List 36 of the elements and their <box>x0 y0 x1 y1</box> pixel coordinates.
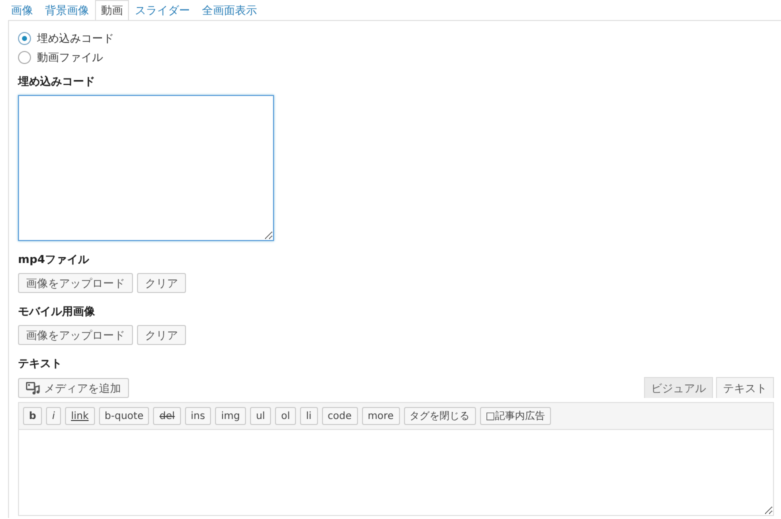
toolbar-button[interactable]: b <box>23 407 42 425</box>
field-label: テキスト <box>18 356 63 371</box>
upload-button[interactable]: 画像をアップロード <box>18 325 133 345</box>
toolbar-button[interactable]: more <box>362 407 400 425</box>
toolbar-button[interactable]: i <box>46 407 61 425</box>
editor-mode-tab[interactable]: ビジュアル <box>644 377 713 398</box>
tab[interactable]: 動画 <box>95 0 129 20</box>
clear-button[interactable]: クリア <box>137 325 186 345</box>
radio-button[interactable] <box>18 51 31 64</box>
editor-mode-tab[interactable]: テキスト <box>716 377 774 398</box>
add-media-button[interactable]: メディアを追加 <box>18 378 129 398</box>
field-label: モバイル用画像 <box>18 304 96 319</box>
toolbar-button[interactable]: code <box>322 407 358 425</box>
toolbar-button[interactable]: ol <box>275 407 296 425</box>
toolbar-button[interactable]: タグを閉じる <box>404 407 476 425</box>
toolbar-button[interactable]: img <box>215 407 246 425</box>
clear-button[interactable]: クリア <box>137 273 186 293</box>
toolbar-button[interactable]: ul <box>250 407 272 425</box>
toolbar-button[interactable]: ins <box>184 407 212 425</box>
upload-button[interactable]: 画像をアップロード <box>18 273 133 293</box>
toolbar-button[interactable]: b-quote <box>98 407 150 425</box>
tab[interactable]: 全画面表示 <box>196 0 263 20</box>
radio-label: 埋め込みコード <box>37 31 114 46</box>
field-label: mp4ファイル <box>18 252 90 267</box>
radio-label: 動画ファイル <box>37 50 103 65</box>
tab[interactable]: 背景画像 <box>39 0 95 20</box>
field-label: 埋め込みコード <box>18 74 96 89</box>
toolbar-button[interactable]: li <box>300 407 318 425</box>
tab[interactable]: 画像 <box>5 0 39 20</box>
tab[interactable]: スライダー <box>129 0 196 20</box>
media-icon <box>26 382 40 394</box>
embed-code-field[interactable] <box>18 95 274 241</box>
toolbar-button[interactable]: □記事内広告 <box>480 407 552 425</box>
radio-button[interactable] <box>18 32 31 45</box>
toolbar-button[interactable]: del <box>153 407 181 425</box>
toolbar-button[interactable]: link <box>64 407 95 425</box>
